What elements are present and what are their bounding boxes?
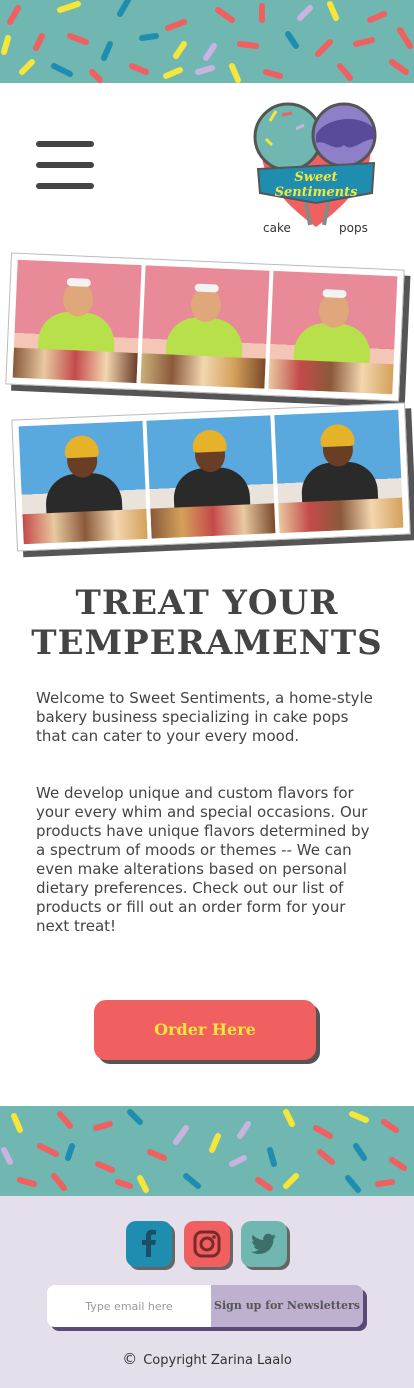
description-paragraph: We develop unique and custom flavors for…	[36, 784, 370, 935]
newsletter-form: Sign up for Newsletters	[47, 1285, 363, 1327]
logo-line2: Sentiments	[275, 185, 359, 200]
order-here-button[interactable]: Order Here	[94, 1000, 316, 1060]
logo-graphic: Sweet Sentiments	[253, 102, 377, 227]
hero-photo-strips	[0, 243, 414, 563]
photo-man-1	[18, 420, 148, 545]
site-footer: Sign up for Newsletters © Copyright Zarin…	[0, 1196, 414, 1388]
bottom-sprinkle-banner	[0, 1106, 414, 1196]
sprinkles-decoration	[1, 1109, 407, 1193]
site-header: Sweet Sentiments cake pops	[0, 83, 414, 243]
logo-line1: Sweet	[294, 170, 337, 185]
sweet-sentiments-logo[interactable]: Sweet Sentiments cake pops	[252, 99, 380, 235]
photo-strip-woman	[5, 252, 405, 402]
intro-paragraph: Welcome to Sweet Sentiments, a home-styl…	[36, 689, 373, 745]
logo-cake-label: cake	[263, 221, 291, 235]
photo-man-3	[274, 409, 404, 534]
photo-man-2	[146, 415, 276, 539]
instagram-icon[interactable]	[184, 1221, 230, 1267]
title-line1: TREAT YOUR	[75, 583, 339, 623]
photo-woman-2	[140, 265, 270, 389]
page-title: TREAT YOUR TEMPERAMENTS	[0, 583, 414, 663]
top-sprinkle-banner	[0, 0, 414, 83]
twitter-icon[interactable]	[241, 1221, 287, 1267]
newsletter-signup-button[interactable]: Sign up for Newsletters	[211, 1285, 363, 1327]
order-section: Order Here	[0, 936, 414, 1106]
copyright-icon: ©	[122, 1350, 138, 1368]
sprinkles-decoration	[1, 0, 413, 83]
facebook-icon[interactable]	[126, 1221, 172, 1267]
hamburger-menu-icon[interactable]	[36, 141, 94, 191]
logo-pops-label: pops	[339, 221, 368, 235]
photo-strip-man	[11, 402, 411, 552]
copyright-notice: © Copyright Zarina Laalo	[0, 1350, 414, 1368]
photo-woman-1	[12, 259, 142, 384]
email-field[interactable]	[47, 1285, 211, 1327]
photo-woman-3	[268, 270, 398, 395]
copyright-text: Copyright Zarina Laalo	[143, 1353, 292, 1368]
title-line2: TEMPERAMENTS	[31, 623, 383, 663]
